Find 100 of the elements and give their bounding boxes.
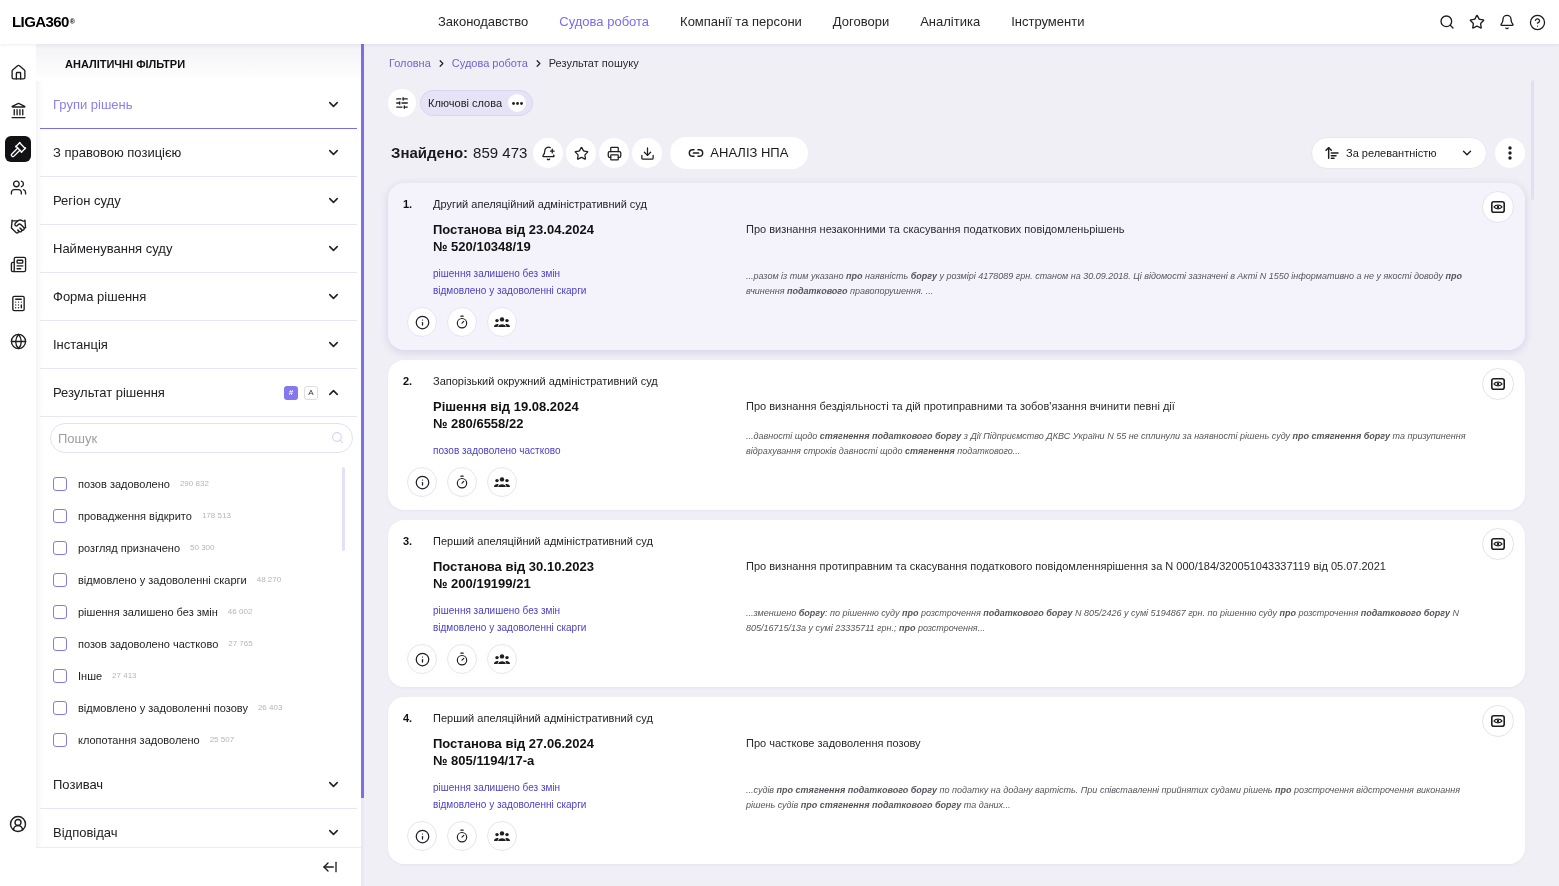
result-card[interactable] — [388, 520, 1525, 687]
history-button[interactable] — [447, 644, 477, 674]
search-field[interactable]: Пошук — [50, 423, 353, 453]
nav-link[interactable]: Судова робота — [559, 12, 650, 32]
option-count: 178 513 — [201, 510, 231, 522]
eye-icon — [1491, 201, 1505, 213]
subscribe-button[interactable] — [533, 138, 564, 168]
panel-title: АНАЛІТИЧНІ ФІЛЬТРИ — [65, 56, 186, 72]
eye-icon — [1491, 378, 1505, 390]
info-icon — [414, 828, 430, 844]
filter-icon — [395, 96, 409, 110]
checkbox[interactable] — [53, 573, 67, 587]
nav-link[interactable]: Аналітика — [920, 12, 981, 32]
participants-button[interactable] — [487, 644, 517, 674]
filter-button[interactable] — [388, 89, 416, 117]
nav-link[interactable]: Компанії та персони — [680, 12, 802, 32]
checkbox[interactable] — [53, 701, 67, 715]
keyword-chip[interactable]: Ключові слова — [420, 90, 534, 116]
filter-section[interactable]: З правовою позицією — [40, 129, 357, 177]
help-icon — [1528, 13, 1546, 31]
sort-dropdown[interactable]: За релевантністю — [1311, 137, 1487, 169]
more-button[interactable] — [508, 94, 527, 112]
preview-button[interactable] — [1482, 368, 1514, 400]
people-group-icon — [494, 654, 510, 664]
search-button[interactable] — [1438, 13, 1456, 31]
participants-button[interactable] — [487, 307, 517, 337]
summary-text: Про визнання бездіяльності та дій протиправними та зобов'язання вчинити певні дії — [746, 399, 1176, 414]
filter-section[interactable]: Регіон суду — [40, 177, 357, 225]
decision-title[interactable]: Постанова від 23.04.2024 — [433, 221, 746, 238]
gavel-icon — [9, 140, 27, 158]
option-label: розгляд призначено — [78, 540, 181, 556]
info-button[interactable] — [407, 644, 437, 674]
info-button[interactable] — [407, 307, 437, 337]
calculator-icon — [9, 294, 27, 312]
logo[interactable]: LIGA360$^{®}$ — [12, 13, 75, 30]
filter-section[interactable]: Позивач — [40, 761, 357, 809]
filter-section[interactable]: Результат рішення # A — [40, 369, 357, 417]
decision-title[interactable]: Рішення від 19.08.2024 — [433, 398, 746, 415]
checkbox[interactable] — [53, 605, 67, 619]
participants-button[interactable] — [487, 821, 517, 851]
breadcrumb-link[interactable]: Судова робота — [451, 54, 528, 72]
case-number: № 200/19199/21 — [433, 575, 532, 592]
print-button[interactable] — [599, 138, 630, 168]
checkbox[interactable] — [53, 669, 67, 683]
option-count: 25 507 — [209, 734, 235, 746]
favorite-button[interactable] — [566, 138, 597, 168]
option-label: Інше — [78, 668, 103, 684]
notifications-button[interactable] — [1498, 13, 1516, 31]
case-number: № 520/10348/19 — [433, 238, 532, 255]
search-icon — [331, 431, 344, 444]
people-group-icon — [494, 477, 510, 487]
filter-section[interactable]: Форма рішення — [40, 273, 357, 321]
help-button[interactable] — [1528, 13, 1546, 31]
checkbox[interactable] — [53, 509, 67, 523]
court-name: Запорізький окружний адміністративний суд — [433, 373, 658, 389]
option-label: рішення залишено без змін — [78, 604, 218, 620]
preview-button[interactable] — [1482, 705, 1514, 737]
checkbox[interactable] — [53, 477, 67, 491]
timer-icon — [455, 652, 469, 666]
info-icon — [414, 651, 430, 667]
breadcrumb-link[interactable]: Головна — [389, 54, 431, 72]
option-label: позов задоволено — [78, 476, 170, 492]
option-count: 26 403 — [257, 702, 283, 714]
breadcrumb-link[interactable]: Результат пошуку — [548, 54, 639, 72]
nav-link[interactable]: Інструменти — [1011, 12, 1085, 32]
info-button[interactable] — [407, 467, 437, 497]
checkbox[interactable] — [53, 637, 67, 651]
found-label: Знайдено: — [391, 142, 469, 163]
participants-button[interactable] — [487, 467, 517, 497]
preview-button[interactable] — [1482, 191, 1514, 223]
favorites-button[interactable] — [1468, 13, 1486, 31]
checkbox[interactable] — [53, 733, 67, 747]
result-number: 4. — [403, 710, 414, 726]
checkbox[interactable] — [53, 541, 67, 555]
sort-toggle[interactable]: A — [304, 385, 318, 400]
download-button[interactable] — [632, 138, 663, 168]
history-button[interactable] — [447, 821, 477, 851]
filter-section[interactable]: Найменування суду — [40, 225, 357, 273]
analysis-button[interactable]: АНАЛІЗ НПА — [670, 137, 809, 169]
sort-toggle[interactable]: # — [284, 385, 298, 400]
decision-title[interactable]: Постанова від 30.10.2023 — [433, 558, 746, 575]
user-icon — [9, 815, 27, 833]
option-label: позов задоволено частково — [78, 636, 219, 652]
timer-icon — [455, 829, 469, 843]
filter-section[interactable]: Інстанція — [40, 321, 357, 369]
nav-link[interactable]: Законодавство — [438, 12, 529, 32]
history-button[interactable] — [447, 307, 477, 337]
info-button[interactable] — [407, 821, 437, 851]
result-card[interactable] — [388, 360, 1525, 510]
more-icon — [1508, 146, 1512, 160]
summary-text: Про часткове задоволення позову — [746, 736, 922, 751]
history-button[interactable] — [447, 467, 477, 497]
outcome-tag: відмовлено у задоволенні скарги — [433, 796, 587, 813]
decision-title[interactable]: Постанова від 27.06.2024 — [433, 735, 746, 752]
case-number: № 805/1194/17-а — [433, 752, 536, 769]
option-label: провадження відкрито — [78, 508, 192, 524]
preview-button[interactable] — [1482, 528, 1514, 560]
rail-item[interactable] — [5, 136, 31, 162]
nav-link[interactable]: Договори — [832, 12, 890, 32]
option-count: 50 300 — [190, 542, 215, 554]
